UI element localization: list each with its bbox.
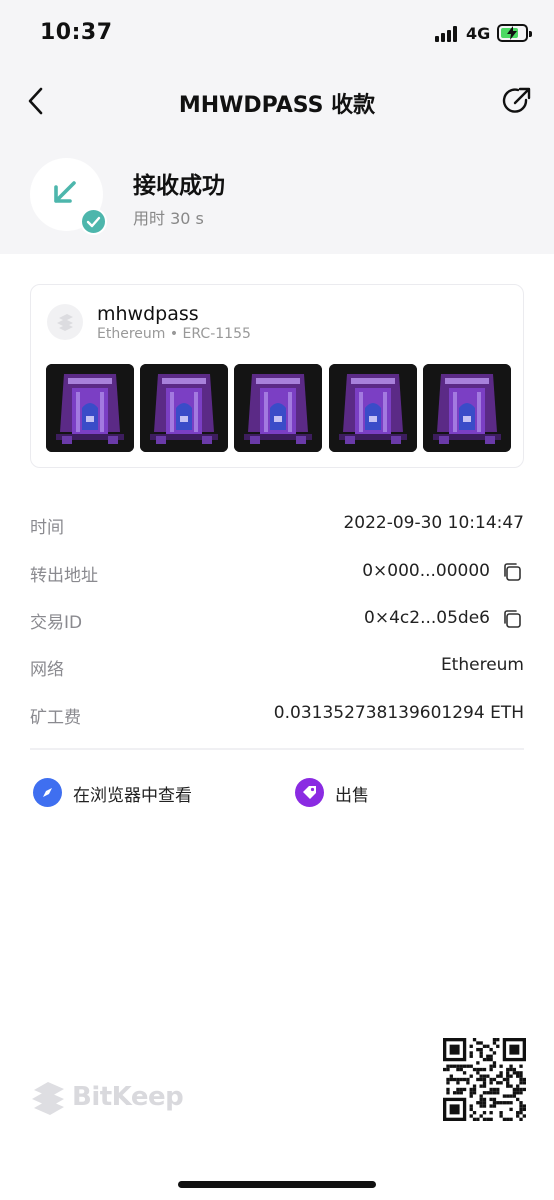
tag-icon	[295, 778, 324, 807]
view-in-browser-button[interactable]: 在浏览器中查看	[33, 778, 233, 808]
page-title: MHWDPASS 收款	[178, 93, 376, 118]
brand-name: BitKeep	[72, 1082, 184, 1112]
compass-icon	[33, 778, 62, 807]
collection-meta: Ethereum • ERC-1155	[97, 326, 251, 342]
nft-thumbnail[interactable]	[329, 364, 417, 452]
nft-collection-card[interactable]: mhwdpass Ethereum • ERC-1155	[30, 284, 524, 468]
detail-label-from-address: 转出地址	[30, 566, 98, 586]
signal-icon	[435, 26, 461, 42]
status-time: 10:37	[40, 20, 113, 45]
copy-icon[interactable]	[502, 562, 522, 582]
bitkeep-logo: BitKeep	[30, 1078, 184, 1118]
detail-value-gas-fee: 0.031352738139601294 ETH	[273, 703, 524, 723]
detail-value-network: Ethereum	[440, 655, 524, 675]
qr-code	[443, 1038, 526, 1121]
sell-label: 出售	[335, 786, 369, 806]
detail-value-time: 2022-09-30 10:14:47	[343, 513, 524, 533]
nft-thumbnail[interactable]	[234, 364, 322, 452]
detail-value-tx-id: 0×4c2...05de6	[364, 608, 490, 628]
sell-button[interactable]: 出售	[295, 778, 415, 808]
nft-thumbnail[interactable]	[46, 364, 134, 452]
detail-label-network: 网络	[30, 660, 64, 680]
detail-value-from-address: 0×000...00000	[362, 561, 490, 581]
share-button[interactable]	[500, 84, 534, 118]
view-in-browser-label: 在浏览器中查看	[73, 786, 192, 806]
receive-duration: 用时 30 s	[133, 209, 204, 228]
external-link-icon	[502, 87, 531, 113]
collection-logo-icon	[47, 304, 83, 340]
bitkeep-logo-icon	[32, 1082, 64, 1115]
receive-status-title: 接收成功	[133, 173, 225, 199]
home-indicator	[178, 1181, 376, 1188]
nft-thumbnail[interactable]	[423, 364, 511, 452]
battery-icon	[497, 24, 532, 42]
copy-icon[interactable]	[502, 609, 522, 629]
detail-label-gas-fee: 矿工费	[30, 708, 81, 728]
status-bar: 10:37 4G	[0, 0, 554, 68]
divider	[30, 748, 524, 750]
collection-name: mhwdpass	[97, 303, 199, 325]
detail-label-tx-id: 交易ID	[30, 613, 83, 633]
nft-thumbnail[interactable]	[140, 364, 228, 452]
detail-label-time: 时间	[30, 518, 64, 538]
network-type: 4G	[466, 24, 491, 43]
check-badge-icon	[80, 208, 107, 235]
